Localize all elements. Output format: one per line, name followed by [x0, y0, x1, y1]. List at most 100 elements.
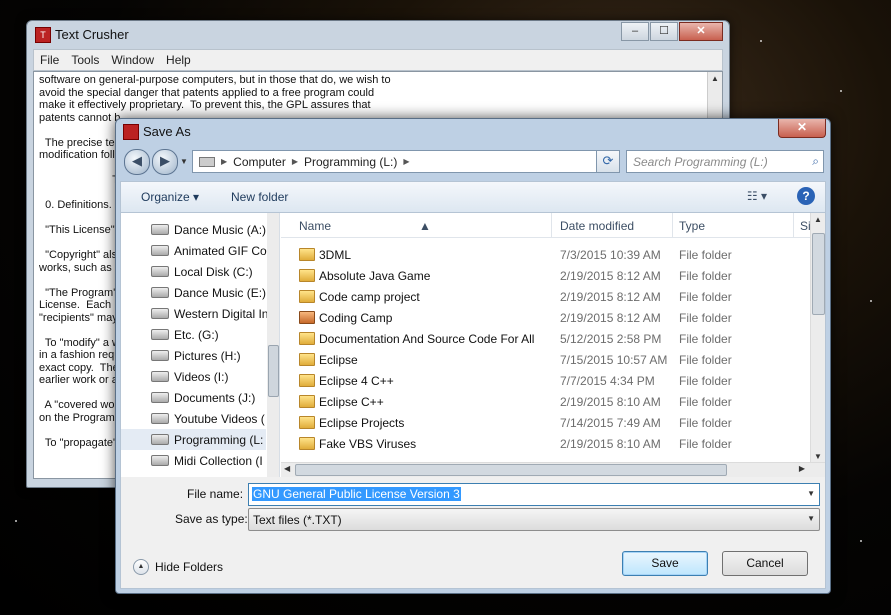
- nav-item-drive[interactable]: Dance Music (A:): [121, 219, 266, 240]
- organize-button[interactable]: Organize ▾: [141, 190, 199, 204]
- star: [760, 40, 762, 42]
- minimize-button[interactable]: –: [621, 22, 649, 41]
- file-row[interactable]: Eclipse Projects 7/14/2015 7:49 AM File fo…: [281, 412, 811, 433]
- save-options-panel: File name: GNU General Public License Ve…: [120, 477, 826, 589]
- file-row[interactable]: Coding Camp 2/19/2015 8:12 AM File folder: [281, 307, 811, 328]
- file-row[interactable]: Documentation And Source Code For All 5/1…: [281, 328, 811, 349]
- menu-help[interactable]: Help: [166, 53, 191, 67]
- file-row[interactable]: Fake VBS Viruses 2/19/2015 8:10 AM File fo…: [281, 433, 811, 454]
- nav-item-drive[interactable]: Videos (I:): [121, 366, 266, 387]
- breadcrumb-programming[interactable]: Programming (L:): [304, 155, 397, 169]
- nav-item-label: Local Disk (C:): [174, 264, 253, 279]
- file-date: 2/19/2015 8:12 AM: [560, 311, 661, 325]
- file-row[interactable]: Eclipse C++ 2/19/2015 8:10 AM File folder: [281, 391, 811, 412]
- nav-item-drive[interactable]: Etc. (G:): [121, 324, 266, 345]
- column-type[interactable]: Type: [679, 219, 705, 233]
- file-name-label: File name:: [187, 487, 244, 501]
- scroll-up-icon[interactable]: ▲: [814, 215, 822, 224]
- back-button[interactable]: ◀: [124, 149, 150, 175]
- menu-tools[interactable]: Tools: [71, 53, 99, 67]
- scroll-up-icon[interactable]: ▲: [711, 74, 719, 83]
- dialog-title-bar[interactable]: Save As ✕: [116, 119, 830, 143]
- file-row[interactable]: Code camp project 2/19/2015 8:12 AM File f…: [281, 286, 811, 307]
- file-row[interactable]: 3DML 7/3/2015 10:39 AM File folder: [281, 244, 811, 265]
- save-button[interactable]: Save: [622, 551, 708, 576]
- file-date: 7/3/2015 10:39 AM: [560, 248, 661, 262]
- menu-window[interactable]: Window: [111, 53, 154, 67]
- collapse-icon: ▲: [133, 559, 149, 575]
- menu-file[interactable]: File: [40, 53, 59, 67]
- title-bar[interactable]: T Text Crusher – ☐ ✕: [27, 21, 729, 47]
- breadcrumb-computer[interactable]: Computer: [233, 155, 286, 169]
- new-folder-button[interactable]: New folder: [231, 190, 288, 204]
- file-date: 7/14/2015 7:49 AM: [560, 416, 661, 430]
- maximize-button[interactable]: ☐: [650, 22, 678, 41]
- nav-item-label: Pictures (H:): [174, 348, 241, 363]
- recent-pages-dropdown-icon[interactable]: ▼: [180, 157, 188, 166]
- address-bar[interactable]: ▶ Computer ▶ Programming (L:) ▶ ▼: [192, 150, 618, 173]
- file-list-scrollbar[interactable]: ▲ ▼: [810, 213, 825, 463]
- nav-item-drive[interactable]: Local Disk (C:): [121, 261, 266, 282]
- help-icon[interactable]: ?: [797, 187, 815, 205]
- save-type-dropdown-icon[interactable]: ▼: [807, 514, 815, 523]
- nav-item-label: Dance Music (A:): [174, 222, 267, 237]
- column-divider[interactable]: [551, 213, 552, 237]
- nav-item-drive[interactable]: Documents (J:): [121, 387, 266, 408]
- hscroll-thumb[interactable]: [295, 464, 727, 476]
- file-row[interactable]: Eclipse 7/15/2015 10:57 AM File folder: [281, 349, 811, 370]
- forward-button[interactable]: ▶: [152, 149, 178, 175]
- save-type-select[interactable]: Text files (*.TXT) ▼: [248, 508, 820, 531]
- breadcrumb-separator-icon[interactable]: ▶: [221, 157, 227, 166]
- close-button[interactable]: ✕: [778, 119, 826, 138]
- search-icon[interactable]: ⌕: [812, 154, 819, 169]
- file-name: Absolute Java Game: [319, 269, 431, 283]
- sort-arrow-icon: ▲: [419, 219, 431, 233]
- column-date-modified[interactable]: Date modified: [560, 219, 634, 233]
- breadcrumb-separator-icon[interactable]: ▶: [292, 157, 298, 166]
- cancel-button[interactable]: Cancel: [722, 551, 808, 576]
- file-name: Eclipse: [319, 353, 358, 367]
- star: [840, 90, 842, 92]
- column-name[interactable]: Name: [299, 219, 331, 233]
- file-row[interactable]: Eclipse 4 C++ 7/7/2015 4:34 PM File folder: [281, 370, 811, 391]
- nav-item-label: Animated GIF Co: [174, 243, 267, 258]
- file-name-input[interactable]: GNU General Public License Version 3 ▼: [248, 483, 820, 506]
- file-name-dropdown-icon[interactable]: ▼: [807, 489, 815, 498]
- close-button[interactable]: ✕: [679, 22, 723, 41]
- nav-item-drive[interactable]: Pictures (H:): [121, 345, 266, 366]
- file-row[interactable]: Absolute Java Game 2/19/2015 8:12 AM File …: [281, 265, 811, 286]
- view-options-icon[interactable]: ☷ ▾: [747, 189, 767, 203]
- nav-item-drive[interactable]: Western Digital In: [121, 303, 268, 324]
- scroll-down-icon[interactable]: ▼: [814, 452, 822, 461]
- scroll-right-icon[interactable]: ▶: [799, 464, 805, 473]
- file-name: Fake VBS Viruses: [319, 437, 417, 451]
- file-date: 7/7/2015 4:34 PM: [560, 374, 655, 388]
- drive-icon: [151, 287, 169, 298]
- scroll-thumb[interactable]: [812, 233, 825, 315]
- column-divider[interactable]: [672, 213, 673, 237]
- file-name-value: GNU General Public License Version 3: [252, 487, 461, 501]
- drive-icon: [151, 455, 169, 466]
- nav-scrollbar[interactable]: [267, 213, 279, 477]
- hide-folders-toggle[interactable]: ▲ Hide Folders: [133, 559, 223, 575]
- nav-scroll-thumb[interactable]: [268, 345, 279, 397]
- nav-item-drive[interactable]: Youtube Videos (: [121, 408, 266, 429]
- folder-icon: [299, 269, 315, 282]
- file-type: File folder: [679, 395, 732, 409]
- breadcrumb-separator-icon[interactable]: ▶: [403, 157, 409, 166]
- nav-item-drive[interactable]: Programming (L:: [121, 429, 266, 450]
- nav-item-drive[interactable]: Animated GIF Co: [121, 240, 267, 261]
- nav-item-drive[interactable]: Midi Collection (I: [121, 450, 266, 471]
- refresh-button[interactable]: ⟳: [596, 150, 620, 173]
- save-type-label: Save as type:: [175, 512, 248, 526]
- horizontal-scrollbar[interactable]: ◀ ▶: [281, 462, 825, 477]
- search-box[interactable]: Search Programming (L:) ⌕: [626, 150, 824, 173]
- drive-icon: [151, 434, 169, 445]
- drive-icon: [151, 329, 169, 340]
- scroll-left-icon[interactable]: ◀: [284, 464, 290, 473]
- file-type: File folder: [679, 290, 732, 304]
- column-divider[interactable]: [793, 213, 794, 237]
- app-icon: [123, 124, 139, 140]
- editor-line: avoid the special danger that patents ap…: [39, 86, 375, 99]
- nav-item-drive[interactable]: Dance Music (E:): [121, 282, 266, 303]
